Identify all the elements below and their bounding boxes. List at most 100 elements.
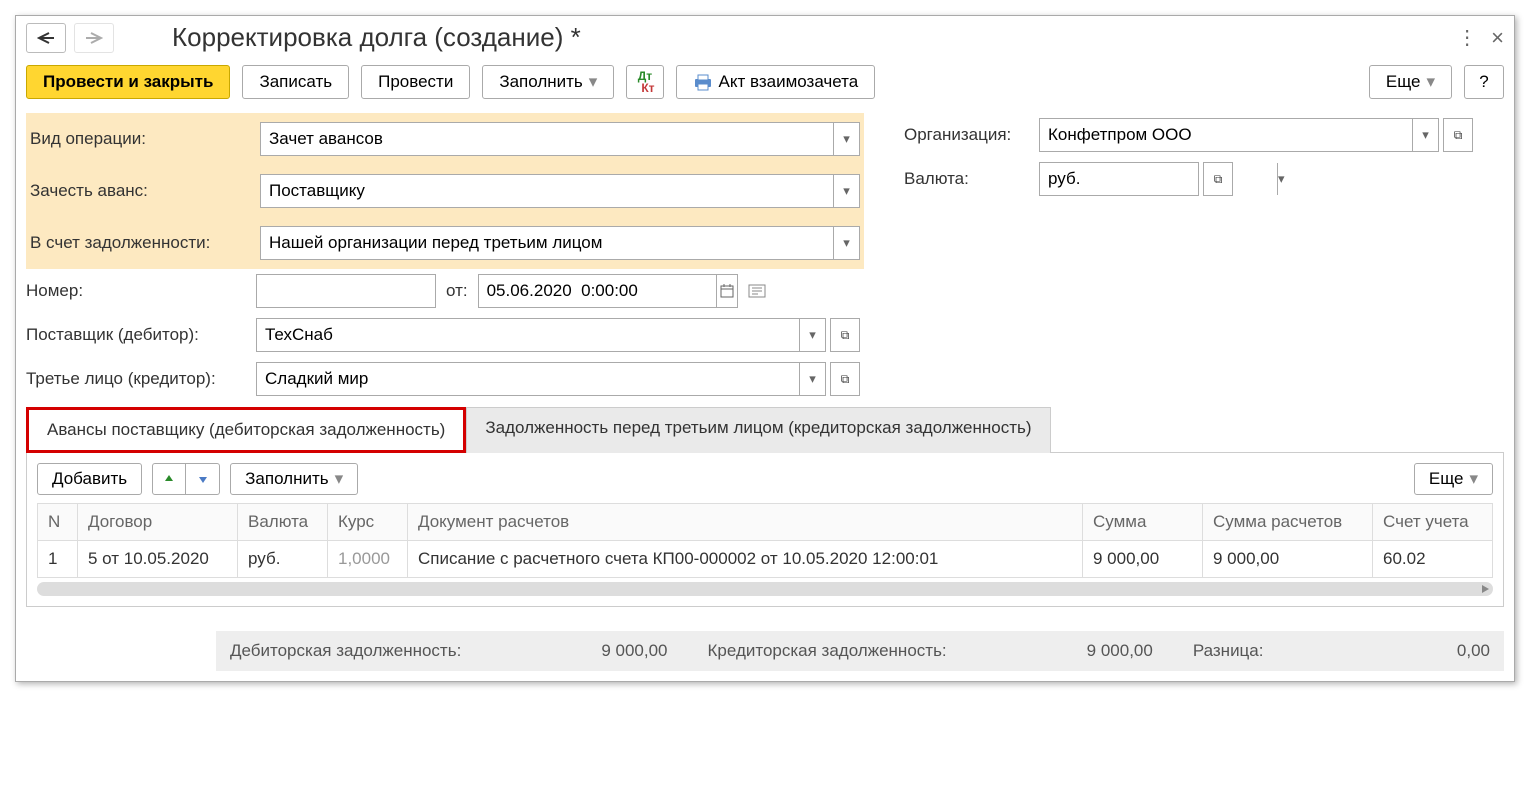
op-type-label: Вид операции: [30, 129, 260, 149]
third-row: Третье лицо (кредитор): ▾ ⧉ [26, 357, 864, 401]
op-type-field[interactable] [261, 123, 833, 155]
number-row: Номер: от: [26, 269, 864, 313]
date-input[interactable] [478, 274, 738, 308]
org-field[interactable] [1040, 119, 1412, 151]
org-row: Организация: ▾ ⧉ [904, 113, 1473, 157]
window-title: Корректировка долга (создание) * [172, 22, 1449, 53]
supplier-input[interactable]: ▾ [256, 318, 826, 352]
post-and-close-button[interactable]: Провести и закрыть [26, 65, 230, 99]
main-toolbar: Провести и закрыть Записать Провести Зап… [16, 59, 1514, 109]
fill-button[interactable]: Заполнить ▾ [482, 65, 614, 99]
col-sum[interactable]: Сумма [1083, 504, 1203, 541]
grid-header-row: N Договор Валюта Курс Документ расчетов … [38, 504, 1493, 541]
col-sum-calc[interactable]: Сумма расчетов [1203, 504, 1373, 541]
horizontal-scrollbar[interactable] [37, 582, 1493, 596]
op-type-row: Вид операции: ▾ [26, 113, 864, 165]
dropdown-icon[interactable]: ▾ [799, 363, 825, 395]
add-row-button[interactable]: Добавить [37, 463, 142, 495]
tab-debt-third[interactable]: Задолженность перед третьим лицом (креди… [466, 407, 1050, 453]
move-up-button[interactable] [152, 463, 186, 495]
org-input[interactable]: ▾ [1039, 118, 1439, 152]
cell-n: 1 [38, 541, 78, 578]
col-doc[interactable]: Документ расчетов [408, 504, 1083, 541]
offset-act-button[interactable]: Акт взаимозачета [676, 65, 876, 99]
summary-footer: Дебиторская задолженность: 9 000,00 Кред… [216, 631, 1504, 671]
dropdown-icon[interactable]: ▾ [799, 319, 825, 351]
cell-sum: 9 000,00 [1083, 541, 1203, 578]
col-rate[interactable]: Курс [328, 504, 408, 541]
calendar-icon[interactable] [716, 275, 737, 307]
third-input[interactable]: ▾ [256, 362, 826, 396]
tab-more-button[interactable]: Еще ▾ [1414, 463, 1493, 495]
move-down-button[interactable] [186, 463, 220, 495]
dropdown-icon[interactable]: ▾ [833, 227, 859, 259]
credit-label: Кредиторская задолженность: [708, 641, 947, 661]
tab-advances[interactable]: Авансы поставщику (дебиторская задолженн… [26, 407, 466, 453]
open-ref-button[interactable]: ⧉ [1443, 118, 1473, 152]
nav-forward-button[interactable] [74, 23, 114, 53]
number-label: Номер: [26, 281, 256, 301]
open-ref-button[interactable]: ⧉ [1203, 162, 1233, 196]
close-icon[interactable]: × [1491, 25, 1504, 51]
debit-value: 9 000,00 [601, 641, 667, 661]
window: Корректировка долга (создание) * ⋮ × Про… [15, 15, 1515, 682]
cell-rate: 1,0000 [328, 541, 408, 578]
dt-kt-icon: ДтКт [635, 70, 654, 94]
date-field[interactable] [479, 275, 716, 307]
help-button[interactable]: ? [1464, 65, 1504, 99]
cell-doc: Списание с расчетного счета КП00-000002 … [408, 541, 1083, 578]
open-ref-button[interactable]: ⧉ [830, 318, 860, 352]
cell-account: 60.02 [1373, 541, 1493, 578]
col-currency[interactable]: Валюта [238, 504, 328, 541]
kebab-menu-icon[interactable]: ⋮ [1457, 25, 1477, 50]
advance-field[interactable] [261, 175, 833, 207]
col-account[interactable]: Счет учета [1373, 504, 1493, 541]
dt-kt-button[interactable]: ДтКт [626, 65, 663, 99]
diff-value: 0,00 [1457, 641, 1490, 661]
titlebar: Корректировка долга (создание) * ⋮ × [16, 16, 1514, 59]
third-label: Третье лицо (кредитор): [26, 369, 256, 389]
save-button[interactable]: Записать [242, 65, 349, 99]
dropdown-icon[interactable]: ▾ [1412, 119, 1438, 151]
dropdown-icon[interactable]: ▾ [833, 175, 859, 207]
currency-label: Валюта: [904, 169, 1039, 189]
open-ref-button[interactable]: ⧉ [830, 362, 860, 396]
diff-label: Разница: [1193, 641, 1264, 661]
org-label: Организация: [904, 125, 1039, 145]
debt-input[interactable]: ▾ [260, 226, 860, 260]
supplier-label: Поставщик (дебитор): [26, 325, 256, 345]
currency-field[interactable] [1040, 163, 1277, 195]
currency-input[interactable]: ▾ [1039, 162, 1199, 196]
dropdown-icon[interactable]: ▾ [833, 123, 859, 155]
cell-contract: 5 от 10.05.2020 [78, 541, 238, 578]
more-label: Еще [1386, 72, 1421, 92]
cell-currency: руб. [238, 541, 328, 578]
nav-back-button[interactable] [26, 23, 66, 53]
tab-toolbar: Добавить Заполнить ▾ Еще ▾ [37, 463, 1493, 495]
grid-table: N Договор Валюта Курс Документ расчетов … [37, 503, 1493, 578]
debt-label: В счет задолженности: [30, 233, 260, 253]
open-external-icon: ⧉ [841, 372, 850, 387]
cell-sum-calc: 9 000,00 [1203, 541, 1373, 578]
debt-field[interactable] [261, 227, 833, 259]
note-icon[interactable] [748, 284, 766, 298]
form-area: Вид операции: ▾ Зачесть аванс: ▾ В счет … [16, 109, 1514, 617]
dropdown-icon[interactable]: ▾ [1277, 163, 1285, 195]
col-n[interactable]: N [38, 504, 78, 541]
supplier-field[interactable] [257, 319, 799, 351]
col-contract[interactable]: Договор [78, 504, 238, 541]
advance-input[interactable]: ▾ [260, 174, 860, 208]
more-button[interactable]: Еще ▾ [1369, 65, 1452, 99]
caret-down-icon: ▾ [335, 469, 344, 489]
debt-row: В счет задолженности: ▾ [26, 217, 864, 269]
open-external-icon: ⧉ [1214, 172, 1223, 187]
fill-rows-button[interactable]: Заполнить ▾ [230, 463, 358, 495]
tab-content: Добавить Заполнить ▾ Еще ▾ [26, 452, 1504, 607]
post-button[interactable]: Провести [361, 65, 470, 99]
number-input[interactable] [256, 274, 436, 308]
table-row[interactable]: 1 5 от 10.05.2020 руб. 1,0000 Списание с… [38, 541, 1493, 578]
op-type-input[interactable]: ▾ [260, 122, 860, 156]
caret-down-icon: ▾ [1426, 72, 1435, 92]
open-external-icon: ⧉ [1454, 128, 1463, 143]
third-field[interactable] [257, 363, 799, 395]
